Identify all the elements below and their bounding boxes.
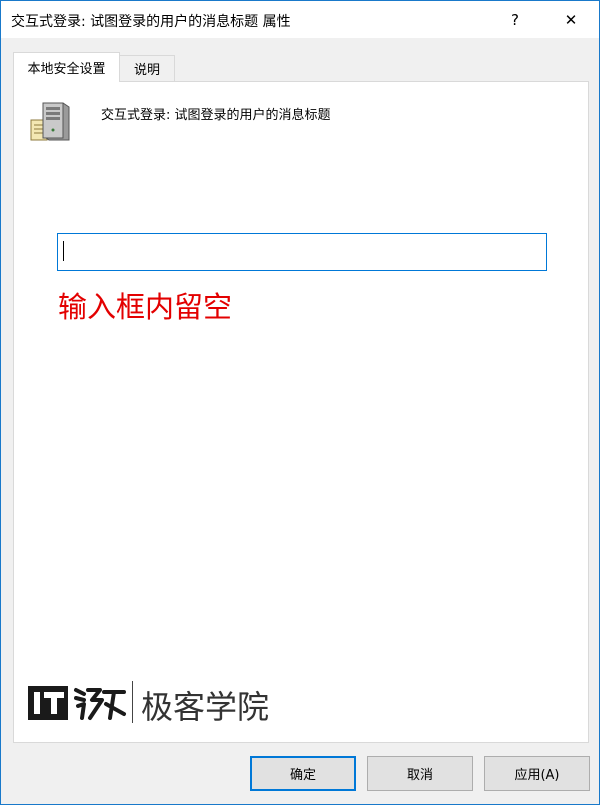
watermark-text: 极客学院 [141,688,270,726]
help-button[interactable]: ? [492,1,538,38]
tab-panel [13,81,589,743]
ithome-logo [28,686,126,720]
properties-dialog: 交互式登录: 试图登录的用户的消息标题 属性 ? ✕ 本地安全设置 说明 交互式… [0,0,600,805]
policy-title: 交互式登录: 试图登录的用户的消息标题 [101,108,331,123]
text-caret [63,241,64,261]
help-icon: ? [511,10,519,29]
close-button[interactable]: ✕ [548,1,594,38]
server-icon [30,102,70,141]
tab-label: 本地安全设置 [27,62,106,77]
tab-label: 说明 [133,63,160,78]
tab-local-security-setting[interactable]: 本地安全设置 [13,52,120,82]
title-bar[interactable]: 交互式登录: 试图登录的用户的消息标题 属性 ? ✕ [1,1,599,38]
cancel-button[interactable]: 取消 [367,756,473,791]
message-title-input[interactable] [57,233,547,271]
apply-button[interactable]: 应用(A) [484,756,590,791]
tab-explain[interactable]: 说明 [119,55,175,81]
window-title: 交互式登录: 试图登录的用户的消息标题 属性 [11,14,291,30]
ok-button[interactable]: 确定 [250,756,356,791]
watermark-divider [132,681,133,723]
annotation-text: 输入框内留空 [58,290,233,324]
close-icon: ✕ [564,10,578,29]
